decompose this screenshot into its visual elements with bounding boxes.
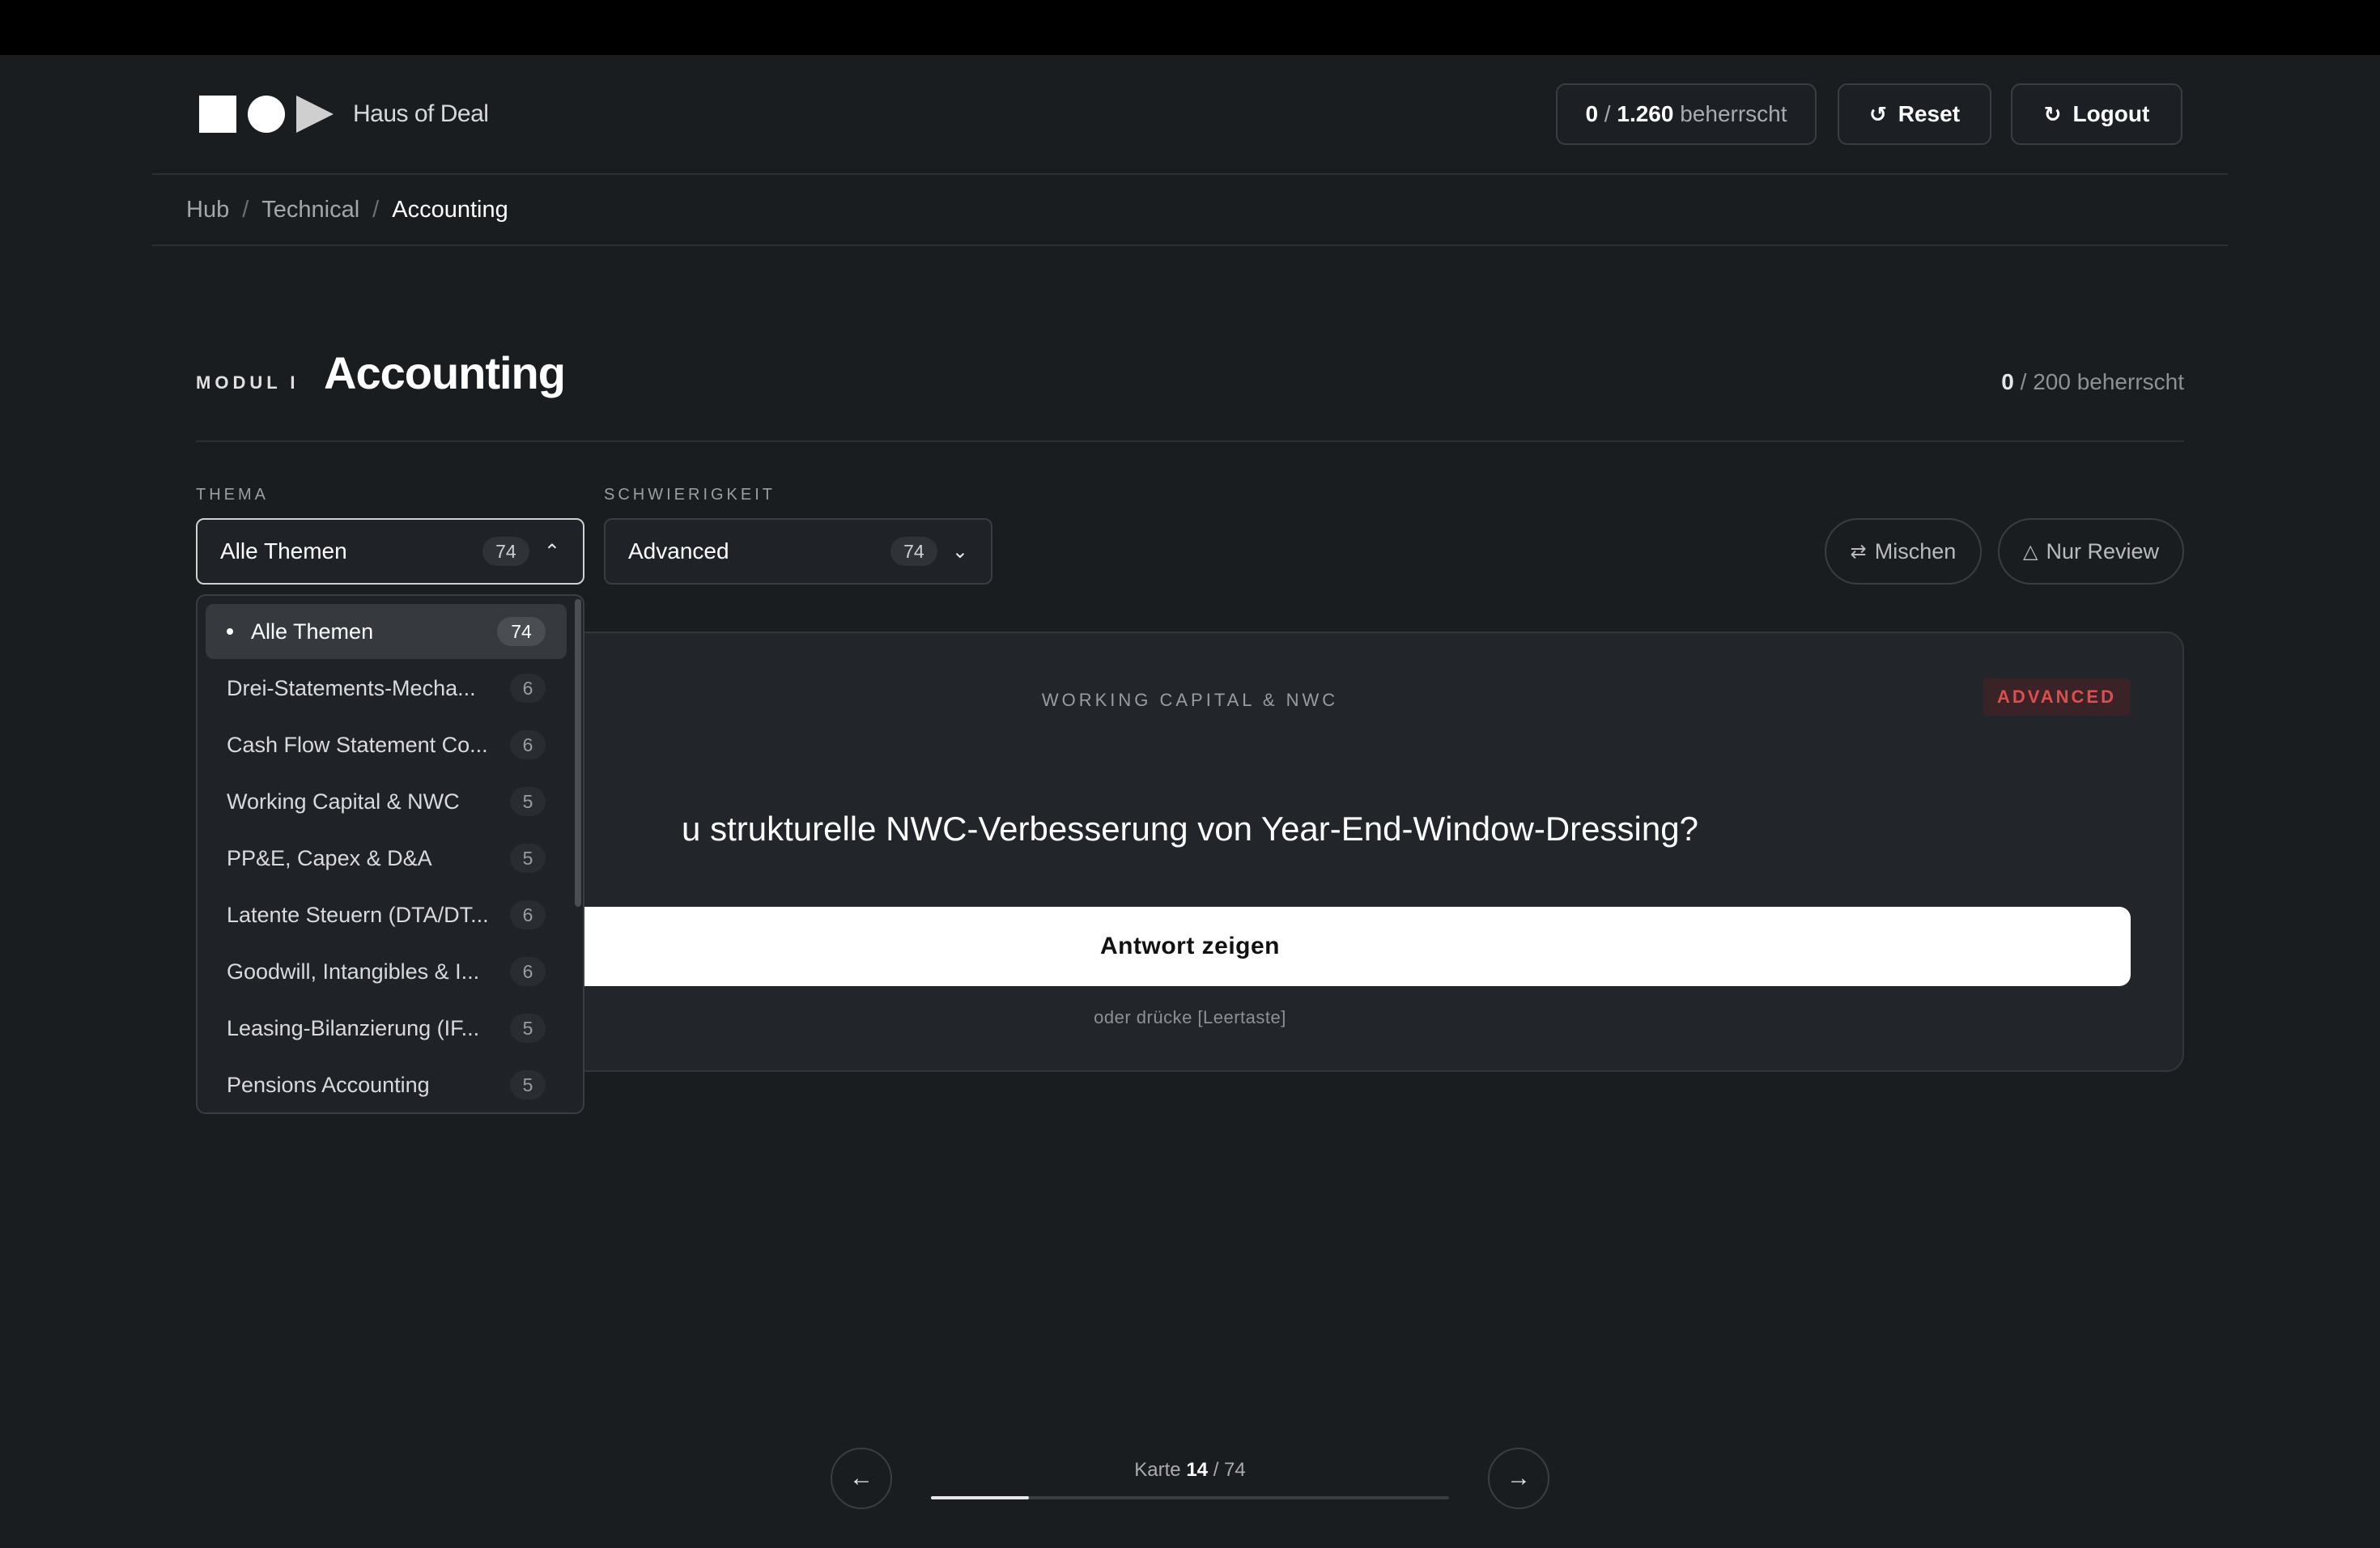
dropdown-item-count: 6 (510, 957, 546, 986)
dropdown-item[interactable]: Drei-Statements-Mecha... 6 (206, 661, 567, 716)
logout-icon: ↻ (2043, 101, 2062, 126)
dropdown-scrollbar[interactable] (575, 599, 581, 907)
logo[interactable]: Haus of Deal (199, 96, 489, 133)
card-progress-bar (931, 1496, 1449, 1499)
dropdown-item-label: Drei-Statements-Mecha... (227, 675, 476, 700)
logo-triangle-icon (296, 96, 334, 133)
dropdown-item-label: Pensions Accounting (227, 1072, 430, 1097)
window-top-bar (0, 0, 2380, 55)
breadcrumb-technical[interactable]: Technical (261, 197, 359, 223)
dropdown-item-count: 5 (510, 844, 546, 873)
thema-count-badge: 74 (482, 537, 529, 566)
schwierigkeit-label: SCHWIERIGKEIT (604, 486, 776, 504)
warning-icon: △ (2022, 540, 2038, 563)
mastered-suffix: beherrscht (1680, 101, 1787, 126)
schwierigkeit-count-badge: 74 (890, 537, 937, 566)
dropdown-item-label: Alle Themen (251, 619, 374, 644)
dropdown-item[interactable]: Cash Flow Statement Co... 6 (206, 717, 567, 772)
difficulty-badge: ADVANCED (1982, 678, 2131, 716)
dropdown-item[interactable]: PP&E, Capex & D&A 5 (206, 831, 567, 886)
module-progress: 0 / 200 beherrscht (2001, 369, 2184, 395)
logout-button[interactable]: ↻ Logout (2011, 83, 2182, 145)
chevron-up-icon: ⌃ (543, 540, 560, 563)
dropdown-item[interactable]: Leasing-Bilanzierung (IF... 5 (206, 1001, 567, 1056)
review-only-button[interactable]: △ Nur Review (1998, 518, 2184, 585)
thema-select[interactable]: Alle Themen 74 ⌃ (196, 518, 584, 585)
dropdown-item-count: 5 (510, 1014, 546, 1043)
arrow-right-icon: → (1507, 1465, 1531, 1491)
arrow-left-icon: ← (849, 1465, 873, 1491)
dropdown-item[interactable]: Goodwill, Intangibles & I... 6 (206, 944, 567, 999)
card-progress-fill (931, 1496, 1029, 1499)
dropdown-item-label: Leasing-Bilanzierung (IF... (227, 1015, 480, 1040)
shuffle-button[interactable]: ⇄ Mischen (1825, 518, 1982, 585)
dropdown-item-label: PP&E, Capex & D&A (227, 845, 432, 870)
breadcrumb: Hub / Technical / Accounting (152, 175, 2228, 246)
page-title: Accounting (324, 347, 566, 398)
module-label: MODUL I (196, 372, 300, 393)
module-mastered-rest: / 200 beherrscht (2020, 369, 2184, 394)
reset-label: Reset (1898, 101, 1961, 126)
reset-icon: ↺ (1868, 101, 1887, 126)
card-counter-total: / 74 (1213, 1459, 1246, 1481)
dropdown-item-count: 5 (510, 1070, 546, 1099)
schwierigkeit-select[interactable]: Advanced 74 ⌄ (604, 518, 992, 585)
dropdown-item-label: Cash Flow Statement Co... (227, 732, 488, 757)
logo-square-icon (199, 96, 236, 133)
breadcrumb-separator: / (372, 196, 380, 223)
brand-name: Haus of Deal (353, 100, 489, 127)
reset-button[interactable]: ↺ Reset (1838, 83, 1991, 145)
dropdown-item-count: 6 (510, 900, 546, 929)
dropdown-item-count: 6 (510, 730, 546, 759)
dropdown-item-count: 74 (497, 617, 546, 646)
previous-card-button[interactable]: ← (831, 1448, 892, 1509)
shuffle-icon: ⇄ (1850, 540, 1867, 563)
mastered-total: 1.260 (1617, 101, 1674, 126)
dropdown-item-label: Latente Steuern (DTA/DT... (227, 902, 489, 927)
divider (196, 440, 2184, 442)
next-card-button[interactable]: → (1488, 1448, 1549, 1509)
dropdown-item-label: Working Capital & NWC (227, 789, 460, 814)
logout-label: Logout (2072, 101, 2150, 126)
mastered-separator: / (1598, 101, 1617, 126)
dropdown-item-alle-themen[interactable]: Alle Themen 74 (206, 604, 567, 659)
dropdown-item-count: 6 (510, 674, 546, 703)
card-counter-prefix: Karte (1134, 1459, 1181, 1481)
card-counter: Karte 14 / 74 (931, 1459, 1449, 1482)
dropdown-item-label: Goodwill, Intangibles & I... (227, 959, 480, 984)
card-counter-current: 14 (1186, 1459, 1209, 1481)
thema-dropdown-menu: Alle Themen 74 Drei-Statements-Mecha... … (196, 594, 584, 1114)
dropdown-item[interactable]: Latente Steuern (DTA/DT... 6 (206, 887, 567, 942)
thema-label: THEMA (196, 486, 269, 504)
app-header: Haus of Deal 0 / 1.260 beherrscht ↺ Rese… (152, 55, 2228, 175)
dropdown-item[interactable]: Pensions Accounting 5 (206, 1057, 567, 1112)
mastered-count: 0 (1585, 101, 1599, 126)
chevron-down-icon: ⌄ (951, 540, 968, 563)
review-only-label: Nur Review (2046, 538, 2159, 563)
schwierigkeit-value: Advanced (628, 538, 729, 563)
module-mastered-count: 0 (2001, 369, 2014, 394)
breadcrumb-hub[interactable]: Hub (186, 197, 229, 223)
logo-circle-icon (248, 96, 285, 133)
dropdown-item[interactable]: Working Capital & NWC 5 (206, 774, 567, 829)
mastered-counter: 0 / 1.260 beherrscht (1556, 83, 1817, 145)
selected-dot-icon (227, 628, 233, 635)
dropdown-item-count: 5 (510, 787, 546, 816)
thema-value: Alle Themen (220, 538, 347, 563)
shuffle-label: Mischen (1874, 538, 1957, 563)
breadcrumb-current: Accounting (392, 196, 508, 223)
breadcrumb-separator: / (242, 196, 249, 223)
